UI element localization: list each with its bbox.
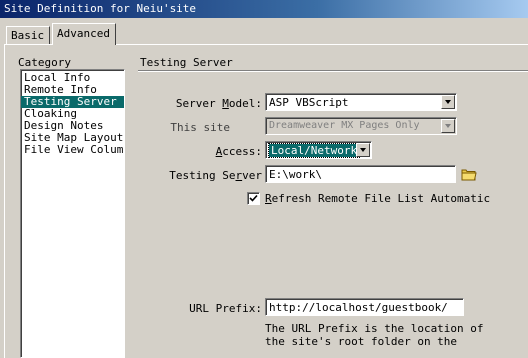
checkmark-icon — [249, 194, 258, 202]
access-value: Local/Network — [267, 143, 361, 158]
this-site-select: Dreamweaver MX Pages Only — [265, 117, 457, 135]
category-item-local-info[interactable]: Local Info — [21, 72, 124, 84]
help-text-line-2: the site's root folder on the — [265, 335, 458, 348]
refresh-checkbox[interactable] — [247, 192, 260, 205]
testing-server-input[interactable]: E:\work\ — [265, 165, 456, 183]
section-title: Testing Server — [140, 56, 233, 69]
url-prefix-help-text: The URL Prefix is the location of the si… — [265, 322, 528, 348]
url-prefix-label: URL Prefix: — [189, 302, 262, 315]
tab-basic[interactable]: Basic — [6, 26, 50, 44]
category-item-testing-server[interactable]: Testing Server — [21, 96, 124, 108]
section-divider — [138, 70, 528, 72]
access-label: Access: — [215, 145, 262, 158]
url-prefix-input[interactable]: http://localhost/guestbook/ — [265, 298, 464, 316]
server-model-label: Server Model: — [175, 97, 262, 110]
server-model-select[interactable]: ASP VBScript — [265, 93, 457, 111]
tab-advanced[interactable]: Advanced — [52, 23, 116, 45]
chevron-down-icon[interactable] — [441, 95, 455, 109]
tab-strip: Basic Advanced — [0, 18, 528, 45]
category-heading: Category — [18, 56, 71, 69]
category-item-site-map-layout[interactable]: Site Map Layout — [21, 132, 124, 144]
category-item-remote-info[interactable]: Remote Info — [21, 84, 124, 96]
window-title: Site Definition for Neiu'site — [4, 2, 197, 15]
folder-icon[interactable] — [461, 168, 477, 181]
refresh-label[interactable]: Refresh Remote File List Automatic — [265, 192, 490, 205]
help-text-line-1: The URL Prefix is the location of — [265, 322, 484, 335]
category-item-cloaking[interactable]: Cloaking — [21, 108, 124, 120]
access-select[interactable]: Local/Network — [265, 141, 372, 159]
category-item-file-view-columns[interactable]: File View Columns — [21, 144, 124, 156]
testing-server-label: Testing Server — [169, 169, 262, 182]
chevron-down-icon — [441, 119, 455, 133]
chevron-down-icon[interactable] — [356, 143, 370, 157]
this-site-label: This site — [170, 121, 230, 134]
category-item-design-notes[interactable]: Design Notes — [21, 120, 124, 132]
this-site-value: Dreamweaver MX Pages Only — [269, 120, 420, 131]
window-titlebar[interactable]: Site Definition for Neiu'site — [0, 0, 528, 18]
server-model-value: ASP VBScript — [269, 96, 349, 109]
category-list[interactable]: Local Info Remote Info Testing Server Cl… — [20, 69, 125, 358]
